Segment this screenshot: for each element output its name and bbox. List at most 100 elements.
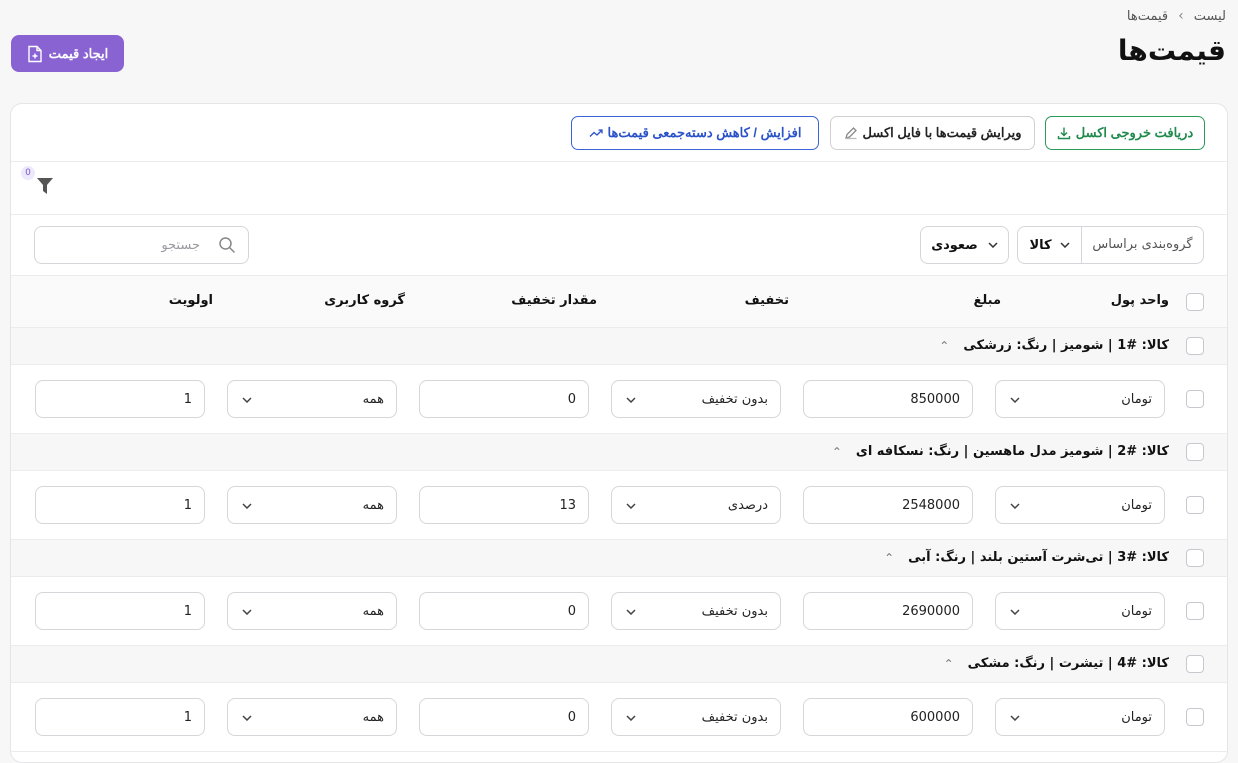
- chevron-down-icon: [626, 711, 636, 724]
- discount-type-select[interactable]: بدون تخفیف: [611, 380, 781, 418]
- discount-amount-input[interactable]: 0: [419, 380, 589, 418]
- row-checkbox[interactable]: [1186, 602, 1204, 620]
- group-row[interactable]: کالا: #2 | شومیز مدل ماهسین | رنگ: نسکاف…: [11, 434, 1227, 471]
- user-group-select[interactable]: همه: [227, 380, 397, 418]
- priority-value: 1: [183, 709, 192, 725]
- export-excel-button[interactable]: دریافت خروجی اکسل: [1045, 116, 1205, 150]
- priority-input[interactable]: 1: [35, 592, 205, 630]
- group-by-select[interactable]: گروه‌بندی براساس کالا: [1017, 226, 1204, 264]
- column-amount[interactable]: مبلغ: [973, 293, 1001, 308]
- user-group-value: همه: [362, 709, 384, 725]
- amount-input[interactable]: 2690000: [803, 592, 973, 630]
- sort-order-select[interactable]: صعودی: [920, 226, 1009, 264]
- row-checkbox[interactable]: [1186, 708, 1204, 726]
- group-row[interactable]: کالا: #3 | تی‌شرت آستین بلند | رنگ: آبی …: [11, 540, 1227, 577]
- discount-type-value: درصدی: [727, 497, 768, 513]
- column-user-group[interactable]: گروه کاربری: [324, 293, 405, 308]
- priority-input[interactable]: 1: [35, 486, 205, 524]
- toolbar: دریافت خروجی اکسل ویرایش قیمت‌ها با فایل…: [11, 104, 1227, 162]
- group-checkbox[interactable]: [1186, 443, 1204, 461]
- amount-input[interactable]: 2548000: [803, 486, 973, 524]
- select-all-checkbox[interactable]: [1186, 293, 1204, 311]
- chevron-down-icon: [1010, 393, 1020, 406]
- user-group-select[interactable]: همه: [227, 698, 397, 736]
- bulk-adjust-label: افزایش / کاهش دسته‌جمعی قیمت‌ها: [607, 125, 802, 140]
- table-row: تومان 2690000 بدون تخفیف 0 همه 1: [11, 577, 1227, 646]
- breadcrumb-current: لیست: [1193, 8, 1226, 24]
- row-checkbox[interactable]: [1186, 390, 1204, 408]
- discount-type-select[interactable]: درصدی: [611, 486, 781, 524]
- priority-value: 1: [183, 603, 192, 619]
- currency-select[interactable]: تومان: [995, 380, 1165, 418]
- chevron-down-icon: [1010, 605, 1020, 618]
- file-plus-icon: [27, 45, 43, 63]
- prices-card: دریافت خروجی اکسل ویرایش قیمت‌ها با فایل…: [10, 103, 1228, 763]
- table-row: تومان 850000 بدون تخفیف 0 همه 1: [11, 365, 1227, 434]
- group-title: کالا: #2 | شومیز مدل ماهسین | رنگ: نسکاف…: [855, 444, 1169, 459]
- user-group-select[interactable]: همه: [227, 486, 397, 524]
- user-group-value: همه: [362, 497, 384, 513]
- group-checkbox[interactable]: [1186, 549, 1204, 567]
- group-checkbox[interactable]: [1186, 655, 1204, 673]
- column-discount-amount[interactable]: مقدار تخفیف: [511, 293, 597, 308]
- user-group-value: همه: [362, 603, 384, 619]
- currency-select[interactable]: تومان: [995, 698, 1165, 736]
- breadcrumb: قیمت‌ها › لیست: [1127, 8, 1226, 24]
- group-by-value: کالا: [1029, 237, 1052, 253]
- create-price-button[interactable]: ایجاد قیمت: [11, 35, 124, 72]
- discount-amount-input[interactable]: 0: [419, 698, 589, 736]
- discount-amount-value: 0: [567, 709, 576, 725]
- funnel-icon[interactable]: [36, 177, 54, 195]
- chevron-up-icon[interactable]: ⌃: [939, 339, 949, 353]
- discount-type-select[interactable]: بدون تخفیف: [611, 698, 781, 736]
- discount-type-value: بدون تخفیف: [701, 391, 768, 407]
- download-icon: [1057, 126, 1071, 140]
- group-row[interactable]: کالا: #4 | تیشرت | رنگ: مشکی ⌃: [11, 646, 1227, 683]
- group-title-wrap: کالا: #3 | تی‌شرت آستین بلند | رنگ: آبی …: [884, 550, 1169, 565]
- chevron-down-icon: [242, 393, 252, 406]
- filter-row: 0: [11, 162, 1227, 215]
- priority-input[interactable]: 1: [35, 380, 205, 418]
- bulk-adjust-button[interactable]: افزایش / کاهش دسته‌جمعی قیمت‌ها: [571, 116, 819, 150]
- discount-amount-value: 13: [559, 497, 576, 513]
- edit-with-excel-button[interactable]: ویرایش قیمت‌ها با فایل اکسل: [830, 116, 1035, 150]
- breadcrumb-parent[interactable]: قیمت‌ها: [1127, 9, 1168, 24]
- discount-amount-input[interactable]: 13: [419, 486, 589, 524]
- group-title-wrap: کالا: #4 | تیشرت | رنگ: مشکی ⌃: [944, 656, 1169, 671]
- priority-input[interactable]: 1: [35, 698, 205, 736]
- column-currency[interactable]: واحد پول: [1111, 293, 1169, 308]
- search-input[interactable]: [35, 227, 248, 263]
- currency-value: تومان: [1121, 709, 1152, 725]
- create-price-label: ایجاد قیمت: [48, 45, 109, 61]
- chevron-up-icon[interactable]: ⌃: [884, 551, 894, 565]
- column-priority[interactable]: اولویت: [169, 293, 213, 308]
- column-discount[interactable]: تخفیف: [745, 293, 789, 308]
- discount-amount-value: 0: [567, 391, 576, 407]
- row-checkbox[interactable]: [1186, 496, 1204, 514]
- chevron-down-icon: [626, 393, 636, 406]
- chevron-down-icon: [1010, 499, 1020, 512]
- group-row[interactable]: کالا: #1 | شومیز | رنگ: زرشکی ⌃: [11, 328, 1227, 365]
- user-group-select[interactable]: همه: [227, 592, 397, 630]
- amount-input[interactable]: 600000: [803, 698, 973, 736]
- currency-select[interactable]: تومان: [995, 592, 1165, 630]
- pencil-icon: [844, 126, 858, 140]
- discount-type-value: بدون تخفیف: [701, 603, 768, 619]
- chevron-up-icon[interactable]: ⌃: [832, 445, 842, 459]
- discount-type-value: بدون تخفیف: [701, 709, 768, 725]
- discount-amount-value: 0: [567, 603, 576, 619]
- chevron-down-icon: [1010, 711, 1020, 724]
- discount-type-select[interactable]: بدون تخفیف: [611, 592, 781, 630]
- chevron-down-icon: [242, 499, 252, 512]
- discount-amount-input[interactable]: 0: [419, 592, 589, 630]
- group-checkbox[interactable]: [1186, 337, 1204, 355]
- amount-value: 850000: [910, 391, 960, 407]
- chevron-up-icon[interactable]: ⌃: [944, 657, 954, 671]
- export-excel-label: دریافت خروجی اکسل: [1075, 125, 1194, 140]
- group-title-wrap: کالا: #1 | شومیز | رنگ: زرشکی ⌃: [939, 338, 1169, 353]
- currency-select[interactable]: تومان: [995, 486, 1165, 524]
- search-icon: [218, 236, 236, 254]
- breadcrumb-separator-icon: ›: [1178, 8, 1184, 24]
- amount-input[interactable]: 850000: [803, 380, 973, 418]
- currency-value: تومان: [1121, 603, 1152, 619]
